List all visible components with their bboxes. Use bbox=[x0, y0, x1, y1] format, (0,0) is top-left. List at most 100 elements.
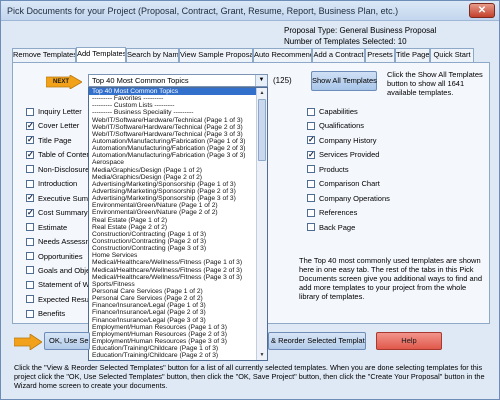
left-checkbox-row[interactable]: Table of Contents bbox=[26, 149, 88, 161]
checkbox[interactable] bbox=[307, 121, 315, 130]
checkbox[interactable] bbox=[26, 107, 34, 116]
checkbox[interactable] bbox=[307, 149, 315, 160]
list-item[interactable]: Advertising/Marketing/Sponsorship (Page … bbox=[89, 188, 257, 195]
checkbox[interactable] bbox=[26, 149, 34, 160]
chevron-down-icon[interactable]: ▼ bbox=[255, 75, 267, 86]
list-item[interactable]: Advertising/Marketing/Sponsorship (Page … bbox=[89, 195, 257, 202]
ok-use-selected-button[interactable]: OK, Use Sele bbox=[44, 332, 90, 350]
tab-quick-start[interactable]: Quick Start bbox=[430, 48, 474, 62]
help-button[interactable]: Help bbox=[376, 332, 442, 350]
list-item[interactable]: Finance/Insurance/Legal (Page 3 of 3) bbox=[89, 317, 257, 324]
list-item[interactable]: Medical/Healthcare/Wellness/Fitness (Pag… bbox=[89, 267, 257, 274]
checkbox[interactable] bbox=[26, 179, 34, 188]
list-item[interactable]: Construction/Contracting (Page 1 of 3) bbox=[89, 231, 257, 238]
right-checkbox-row[interactable]: Comparison Chart bbox=[307, 178, 380, 190]
list-item[interactable]: Top 40 Most Common Topics bbox=[89, 88, 257, 96]
checkbox[interactable] bbox=[26, 295, 34, 304]
view-reorder-selected-button[interactable]: & Reorder Selected Templates bbox=[268, 332, 366, 350]
right-checkbox-row[interactable]: Qualifications bbox=[307, 120, 364, 132]
checkbox[interactable] bbox=[26, 252, 34, 260]
list-item[interactable]: --------- Custom Lists --------- bbox=[89, 102, 257, 109]
list-item[interactable]: Media/Graphics/Design (Page 1 of 2) bbox=[89, 167, 257, 174]
left-checkbox-row[interactable]: Statement of Wor bbox=[26, 279, 88, 291]
checkbox[interactable] bbox=[26, 207, 34, 218]
list-item[interactable]: Environmental/Green/Nature (Page 1 of 2) bbox=[89, 202, 257, 209]
checkbox[interactable] bbox=[307, 107, 315, 116]
tab-view-sample-proposals[interactable]: View Sample Proposals bbox=[179, 48, 253, 62]
checkbox[interactable] bbox=[307, 223, 315, 232]
list-item[interactable]: Home Services bbox=[89, 252, 257, 259]
tab-add-templates[interactable]: Add Templates bbox=[76, 47, 126, 63]
checkbox[interactable] bbox=[26, 165, 34, 174]
scroll-down-icon[interactable]: ▼ bbox=[257, 350, 267, 360]
left-checkbox-row[interactable]: Title Page bbox=[26, 135, 88, 147]
tab-title-page[interactable]: Title Page bbox=[395, 48, 430, 62]
checkbox[interactable] bbox=[26, 223, 34, 232]
right-checkbox-row[interactable]: Products bbox=[307, 164, 349, 176]
list-item[interactable]: Finance/Insurance/Legal (Page 2 of 3) bbox=[89, 309, 257, 316]
list-item[interactable]: --------- Business Speciality --------- bbox=[89, 109, 257, 116]
list-item[interactable]: Employment/Human Resources (Page 2 of 3) bbox=[89, 331, 257, 338]
close-button[interactable]: ✕ bbox=[469, 3, 495, 18]
checkbox[interactable] bbox=[26, 120, 34, 131]
left-checkbox-row[interactable]: Introduction bbox=[26, 178, 88, 190]
left-checkbox-row[interactable]: Estimate bbox=[26, 222, 88, 234]
list-item[interactable]: Aerospace bbox=[89, 159, 257, 166]
checkbox[interactable] bbox=[307, 134, 315, 145]
checkbox[interactable] bbox=[307, 179, 315, 188]
left-checkbox-row[interactable]: Cost Summary bbox=[26, 207, 88, 219]
list-item[interactable]: Environmental/Green/Nature (Page 2 of 2) bbox=[89, 209, 257, 216]
list-item[interactable]: Medical/Healthcare/Wellness/Fitness (Pag… bbox=[89, 274, 257, 281]
list-item[interactable]: Web/IT/Software/Hardware/Technical (Page… bbox=[89, 124, 257, 131]
left-checkbox-row[interactable]: Benefits bbox=[26, 308, 88, 320]
scroll-thumb[interactable] bbox=[258, 99, 266, 161]
checkbox[interactable] bbox=[26, 135, 34, 145]
listbox-scrollbar[interactable]: ▲ ▼ bbox=[256, 88, 267, 360]
list-item[interactable]: Advertising/Marketing/Sponsorship (Page … bbox=[89, 181, 257, 188]
right-checkbox-row[interactable]: References bbox=[307, 207, 357, 219]
checkbox[interactable] bbox=[307, 165, 315, 174]
checkbox[interactable] bbox=[26, 266, 34, 275]
list-item[interactable]: Education/Training/Childcare (Page 2 of … bbox=[89, 352, 257, 359]
left-checkbox-row[interactable]: Inquiry Letter bbox=[26, 106, 88, 118]
left-checkbox-row[interactable]: Needs Assessmen bbox=[26, 236, 88, 248]
list-item[interactable]: --------- Favorites --------- bbox=[89, 95, 257, 102]
list-item[interactable]: Construction/Contracting (Page 3 of 3) bbox=[89, 245, 257, 252]
list-item[interactable]: Automation/Manufacturing/Fabrication (Pa… bbox=[89, 152, 257, 159]
checkbox[interactable] bbox=[307, 194, 315, 203]
right-checkbox-row[interactable]: Company History bbox=[307, 134, 377, 147]
left-checkbox-row[interactable]: Expected Results bbox=[26, 294, 88, 306]
list-item[interactable]: Construction/Contracting (Page 2 of 3) bbox=[89, 238, 257, 245]
list-item[interactable]: Medical/Healthcare/Wellness/Fitness (Pag… bbox=[89, 259, 257, 266]
list-item[interactable]: Sports/Fitness bbox=[89, 281, 257, 288]
scroll-up-icon[interactable]: ▲ bbox=[257, 88, 267, 98]
list-item[interactable]: Employment/Human Resources (Page 1 of 3) bbox=[89, 324, 257, 331]
checkbox[interactable] bbox=[26, 280, 34, 289]
left-checkbox-row[interactable]: Goals and Objecti bbox=[26, 265, 88, 277]
list-item[interactable]: Automation/Manufacturing/Fabrication (Pa… bbox=[89, 145, 257, 152]
list-item[interactable]: Real Estate (Page 1 of 2) bbox=[89, 217, 257, 224]
checkbox[interactable] bbox=[26, 309, 34, 318]
list-item[interactable]: Web/IT/Software/Hardware/Technical (Page… bbox=[89, 131, 257, 138]
right-checkbox-row[interactable]: Capabilities bbox=[307, 106, 358, 118]
tab-add-a-contract[interactable]: Add a Contract bbox=[312, 48, 365, 62]
left-checkbox-row[interactable]: Cover Letter bbox=[26, 120, 88, 132]
list-item[interactable]: Real Estate (Page 2 of 2) bbox=[89, 224, 257, 231]
list-item[interactable]: Education/Training/Childcare (Page 1 of … bbox=[89, 345, 257, 352]
checkbox[interactable] bbox=[307, 208, 315, 217]
list-item[interactable]: Employment/Human Resources (Page 3 of 3) bbox=[89, 338, 257, 345]
right-checkbox-row[interactable]: Company Operations bbox=[307, 193, 390, 205]
show-all-templates-button[interactable]: Show All Templates bbox=[311, 71, 377, 91]
left-checkbox-row[interactable]: Non-Disclosure Fo bbox=[26, 164, 88, 176]
list-item[interactable]: Automation/Manufacturing/Fabrication (Pa… bbox=[89, 138, 257, 145]
right-checkbox-row[interactable]: Services Provided bbox=[307, 149, 379, 161]
list-item[interactable]: Finance/Insurance/Legal (Page 1 of 3) bbox=[89, 302, 257, 309]
list-item[interactable]: Personal Care Services (Page 1 of 2) bbox=[89, 288, 257, 295]
topic-dropdown[interactable]: Top 40 Most Common Topics ▼ bbox=[88, 74, 268, 87]
title-bar[interactable]: Pick Documents for your Project (Proposa… bbox=[1, 1, 499, 21]
tab-search-by-name[interactable]: Search by Name bbox=[126, 48, 179, 62]
left-checkbox-row[interactable]: Executive Summar bbox=[26, 193, 88, 205]
topic-listbox[interactable]: Top 40 Most Common Topics --------- Favor… bbox=[88, 87, 268, 361]
tab-presets[interactable]: Presets bbox=[365, 48, 395, 62]
checkbox[interactable] bbox=[26, 193, 34, 203]
